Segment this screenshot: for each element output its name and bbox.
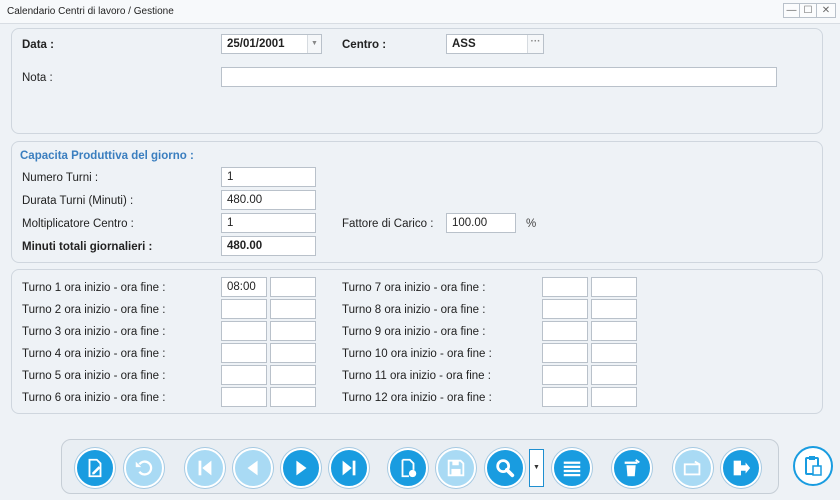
numero-turni-field[interactable]: 1 — [221, 167, 316, 187]
new-document-button[interactable] — [388, 448, 428, 488]
exit-button[interactable] — [721, 448, 761, 488]
shift-label: Turno 5 ora inizio - ora fine : — [22, 370, 166, 382]
next-record-button[interactable] — [281, 448, 321, 488]
shift-end-field[interactable] — [270, 365, 316, 385]
shift-label: Turno 6 ora inizio - ora fine : — [22, 392, 166, 404]
shift-label: Turno 10 ora inizio - ora fine : — [342, 348, 492, 360]
shift-end-field[interactable] — [591, 277, 637, 297]
title-bar: Calendario Centri di lavoro / Gestione —… — [0, 0, 840, 24]
search-button[interactable] — [485, 448, 525, 488]
maximize-button[interactable]: ☐ — [800, 3, 817, 18]
shift-start-field[interactable] — [221, 321, 267, 341]
first-record-icon — [198, 460, 212, 476]
numero-turni-label: Numero Turni : — [22, 172, 99, 184]
durata-turni-label: Durata Turni (Minuti) : — [22, 195, 134, 207]
header-panel: Data : 25/01/2001 ▼ Centro : ASS ··· Not… — [11, 28, 823, 134]
list-button[interactable] — [552, 448, 592, 488]
percent-unit: % — [526, 218, 537, 230]
shift-end-field[interactable] — [270, 387, 316, 407]
search-icon — [496, 459, 515, 478]
shift-end-field[interactable] — [591, 365, 637, 385]
delete-icon — [624, 459, 640, 477]
shift-end-field[interactable] — [270, 299, 316, 319]
shift-end-field[interactable] — [591, 387, 637, 407]
delete-button[interactable] — [612, 448, 652, 488]
shift-label: Turno 8 ora inizio - ora fine : — [342, 304, 486, 316]
clipboard-icon — [805, 456, 822, 476]
shift-start-field[interactable] — [542, 365, 588, 385]
undo-icon — [135, 460, 153, 476]
shift-start-field[interactable] — [542, 277, 588, 297]
nota-label: Nota : — [22, 72, 53, 84]
undo-button[interactable] — [124, 448, 164, 488]
previous-record-button[interactable] — [233, 448, 273, 488]
minuti-field[interactable]: 480.00 — [221, 236, 316, 256]
shift-start-field[interactable] — [221, 387, 267, 407]
centro-field[interactable]: ASS ··· — [446, 34, 544, 54]
close-button[interactable]: ✕ — [817, 3, 836, 18]
durata-turni-field[interactable]: 480.00 — [221, 190, 316, 210]
shift-label: Turno 3 ora inizio - ora fine : — [22, 326, 166, 338]
data-value: 25/01/2001 — [227, 38, 285, 50]
data-label: Data : — [22, 39, 54, 51]
nota-field[interactable] — [221, 67, 777, 87]
shift-start-field[interactable] — [221, 343, 267, 363]
moltiplicatore-label: Moltiplicatore Centro : — [22, 218, 134, 230]
shift-label: Turno 2 ora inizio - ora fine : — [22, 304, 166, 316]
first-record-button[interactable] — [185, 448, 225, 488]
clipboard-button[interactable] — [793, 446, 833, 486]
exit-icon — [733, 460, 751, 476]
shift-end-field[interactable] — [591, 299, 637, 319]
window-controls: — ☐ ✕ — [783, 3, 836, 18]
shifts-panel: Turno 1 ora inizio - ora fine : 08:00 Turn… — [11, 269, 823, 414]
shift-label: Turno 12 ora inizio - ora fine : — [342, 392, 492, 404]
shift-start-field[interactable]: 08:00 — [221, 277, 267, 297]
edit-document-icon — [88, 458, 102, 478]
minuti-label: Minuti totali giornalieri : — [22, 241, 153, 253]
save-icon — [447, 459, 465, 477]
fattore-label: Fattore di Carico : — [342, 218, 434, 230]
minimize-button[interactable]: — — [783, 3, 800, 18]
shift-start-field[interactable] — [542, 387, 588, 407]
shift-start-field[interactable] — [542, 299, 588, 319]
next-record-icon — [296, 460, 307, 476]
shift-end-field[interactable] — [270, 321, 316, 341]
new-document-icon — [401, 458, 417, 478]
last-record-button[interactable] — [329, 448, 369, 488]
list-icon — [563, 461, 581, 477]
shift-end-field[interactable] — [591, 343, 637, 363]
shift-label: Turno 11 ora inizio - ora fine : — [342, 370, 491, 382]
shift-end-field[interactable] — [591, 321, 637, 341]
shift-start-field[interactable] — [542, 343, 588, 363]
edit-button[interactable] — [75, 448, 115, 488]
capacity-section-title: Capacita Produttiva del giorno : — [20, 150, 194, 162]
browse-icon[interactable]: ··· — [527, 35, 543, 53]
save-button[interactable] — [436, 448, 476, 488]
window-title: Calendario Centri di lavoro / Gestione — [7, 6, 174, 17]
shift-start-field[interactable] — [221, 299, 267, 319]
print-icon — [683, 460, 701, 476]
shift-label: Turno 1 ora inizio - ora fine : — [22, 282, 166, 294]
shift-start-field[interactable] — [542, 321, 588, 341]
previous-record-icon — [247, 460, 258, 476]
moltiplicatore-field[interactable]: 1 — [221, 213, 316, 233]
fattore-field[interactable]: 100.00 — [446, 213, 516, 233]
search-dropdown-icon[interactable]: ▼ — [529, 449, 544, 487]
centro-value: ASS — [452, 38, 476, 50]
shift-label: Turno 7 ora inizio - ora fine : — [342, 282, 486, 294]
date-dropdown-icon[interactable]: ▼ — [307, 35, 321, 53]
capacity-panel: Capacita Produttiva del giorno : Numero … — [11, 141, 823, 263]
shift-end-field[interactable] — [270, 343, 316, 363]
last-record-icon — [342, 460, 356, 476]
shift-label: Turno 4 ora inizio - ora fine : — [22, 348, 166, 360]
centro-label: Centro : — [342, 39, 387, 51]
action-toolbar: ▼ — [61, 439, 779, 494]
data-field[interactable]: 25/01/2001 ▼ — [221, 34, 322, 54]
shift-end-field[interactable] — [270, 277, 316, 297]
print-button[interactable] — [673, 448, 713, 488]
shift-label: Turno 9 ora inizio - ora fine : — [342, 326, 486, 338]
shift-start-field[interactable] — [221, 365, 267, 385]
